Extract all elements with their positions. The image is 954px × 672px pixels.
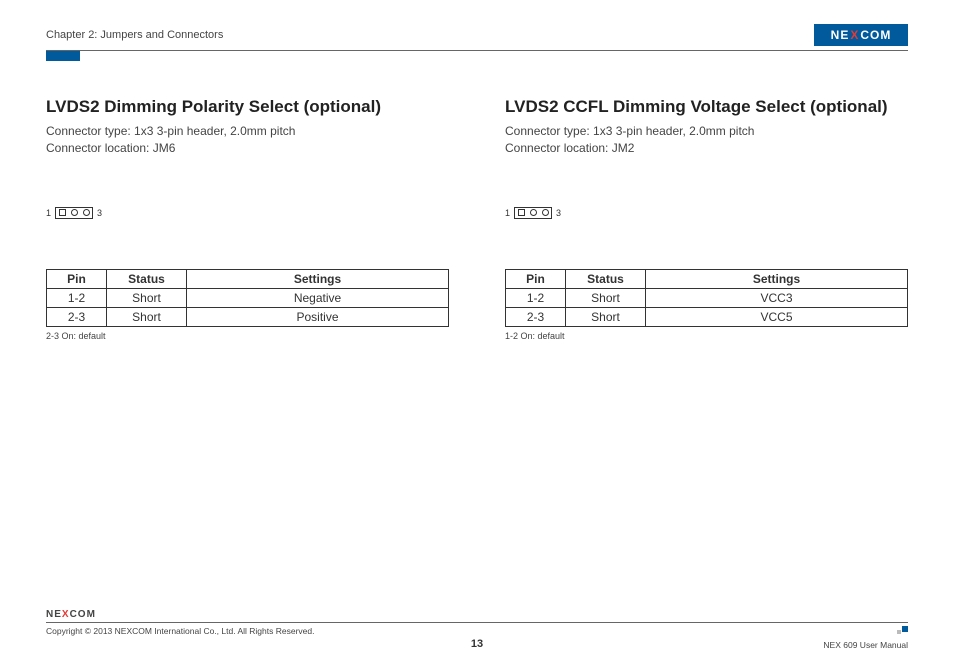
cell-pin: 1-2 <box>506 288 566 307</box>
table-header-row: Pin Status Settings <box>47 269 449 288</box>
th-settings: Settings <box>187 269 449 288</box>
table-row: 2-3 Short Positive <box>47 307 449 326</box>
pin-label-right: 3 <box>556 208 561 218</box>
logo-x: X <box>850 28 859 42</box>
left-connector-location: Connector location: JM6 <box>46 140 449 157</box>
pin-label-left: 1 <box>46 208 51 218</box>
logo-x: X <box>62 609 70 620</box>
page-header: Chapter 2: Jumpers and Connectors NEXCOM <box>46 24 908 51</box>
page-number: 13 <box>0 638 954 650</box>
table-row: 1-2 Short Negative <box>47 288 449 307</box>
logo-post: COM <box>860 28 891 42</box>
cell-settings: Negative <box>187 288 449 307</box>
pin-box <box>55 207 93 219</box>
logo-post: COM <box>70 609 96 620</box>
right-table: Pin Status Settings 1-2 Short VCC3 2-3 S… <box>505 269 908 327</box>
corner-mark-icon <box>894 626 908 636</box>
pin-3-icon <box>539 208 551 218</box>
right-title: LVDS2 CCFL Dimming Voltage Select (optio… <box>505 97 908 117</box>
table-header-row: Pin Status Settings <box>506 269 908 288</box>
th-pin: Pin <box>506 269 566 288</box>
cell-status: Short <box>566 288 646 307</box>
right-connector-type: Connector type: 1x3 3-pin header, 2.0mm … <box>505 123 908 140</box>
left-connector-type: Connector type: 1x3 3-pin header, 2.0mm … <box>46 123 449 140</box>
pin-2-icon <box>68 208 80 218</box>
cell-status: Short <box>107 288 187 307</box>
right-pin-diagram: 1 3 <box>505 207 908 219</box>
nexcom-footer-logo: NEXCOM <box>46 609 908 620</box>
left-pin-diagram: 1 3 <box>46 207 449 219</box>
content-columns: LVDS2 Dimming Polarity Select (optional)… <box>46 97 908 341</box>
pin-3-icon <box>80 208 92 218</box>
th-settings: Settings <box>646 269 908 288</box>
left-title: LVDS2 Dimming Polarity Select (optional) <box>46 97 449 117</box>
table-row: 2-3 Short VCC5 <box>506 307 908 326</box>
cell-status: Short <box>566 307 646 326</box>
th-status: Status <box>107 269 187 288</box>
cell-status: Short <box>107 307 187 326</box>
th-pin: Pin <box>47 269 107 288</box>
pin-label-right: 3 <box>97 208 102 218</box>
cell-settings: Positive <box>187 307 449 326</box>
table-row: 1-2 Short VCC3 <box>506 288 908 307</box>
th-status: Status <box>566 269 646 288</box>
pin-box <box>514 207 552 219</box>
left-section: LVDS2 Dimming Polarity Select (optional)… <box>46 97 449 341</box>
right-section: LVDS2 CCFL Dimming Voltage Select (optio… <box>505 97 908 341</box>
logo-pre: NE <box>46 609 62 620</box>
tab-marker <box>46 51 80 61</box>
pin-2-icon <box>527 208 539 218</box>
cell-pin: 2-3 <box>47 307 107 326</box>
logo-pre: NE <box>831 28 850 42</box>
pin-1-icon <box>515 208 527 218</box>
footer-left: NEXCOM <box>46 609 908 620</box>
pin-1-icon <box>56 208 68 218</box>
copyright-text: Copyright © 2013 NEXCOM International Co… <box>46 626 314 636</box>
left-table: Pin Status Settings 1-2 Short Negative 2… <box>46 269 449 327</box>
nexcom-logo: NEXCOM <box>814 24 908 46</box>
cell-pin: 2-3 <box>506 307 566 326</box>
right-connector-location: Connector location: JM2 <box>505 140 908 157</box>
pin-label-left: 1 <box>505 208 510 218</box>
cell-settings: VCC5 <box>646 307 908 326</box>
cell-pin: 1-2 <box>47 288 107 307</box>
cell-settings: VCC3 <box>646 288 908 307</box>
left-table-note: 2-3 On: default <box>46 331 449 341</box>
chapter-title: Chapter 2: Jumpers and Connectors <box>46 29 223 41</box>
right-table-note: 1-2 On: default <box>505 331 908 341</box>
